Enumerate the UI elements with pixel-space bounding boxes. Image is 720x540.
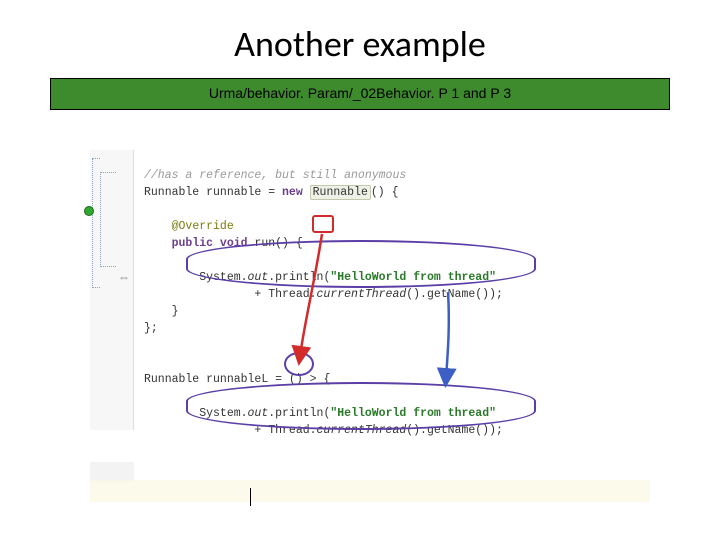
code-line: }; [144, 322, 158, 335]
path-banner: Urma/behavior. Param/_02Behavior. P 1 an… [50, 78, 670, 110]
code-block: //has a reference, but still anonymous R… [144, 150, 503, 456]
fold-bracket-inner [100, 172, 116, 267]
highlighted-line-bg [90, 480, 650, 502]
code-line: Runnable runnableL = () > { [144, 373, 330, 386]
code-line: + Thread.currentThread().getName()); [144, 424, 503, 437]
editor-gutter: ⇔ [90, 150, 134, 430]
text-caret [250, 488, 251, 506]
collapse-icon: ⇔ [118, 270, 128, 284]
code-line: @Override [172, 220, 234, 233]
code-line: public void run() { [172, 237, 303, 250]
code-screenshot: ⇔ //has a reference, but still anonymous… [90, 140, 650, 500]
code-line: Runnable runnable = new Runnable() { [144, 185, 398, 200]
fold-bracket-outer [92, 158, 100, 288]
run-marker-icon [84, 206, 94, 216]
code-line: } [144, 305, 179, 318]
slide-title: Another example [0, 0, 720, 66]
path-banner-text: Urma/behavior. Param/_02Behavior. P 1 an… [209, 85, 511, 101]
code-line: System.out.println("HelloWorld from thre… [144, 271, 496, 284]
gutter-extension [90, 462, 134, 482]
code-line: + Thread.currentThread().getName()); [144, 288, 503, 301]
code-line: //has a reference, but still anonymous [144, 169, 406, 182]
code-line: System.out.println("HelloWorld from thre… [144, 407, 496, 420]
